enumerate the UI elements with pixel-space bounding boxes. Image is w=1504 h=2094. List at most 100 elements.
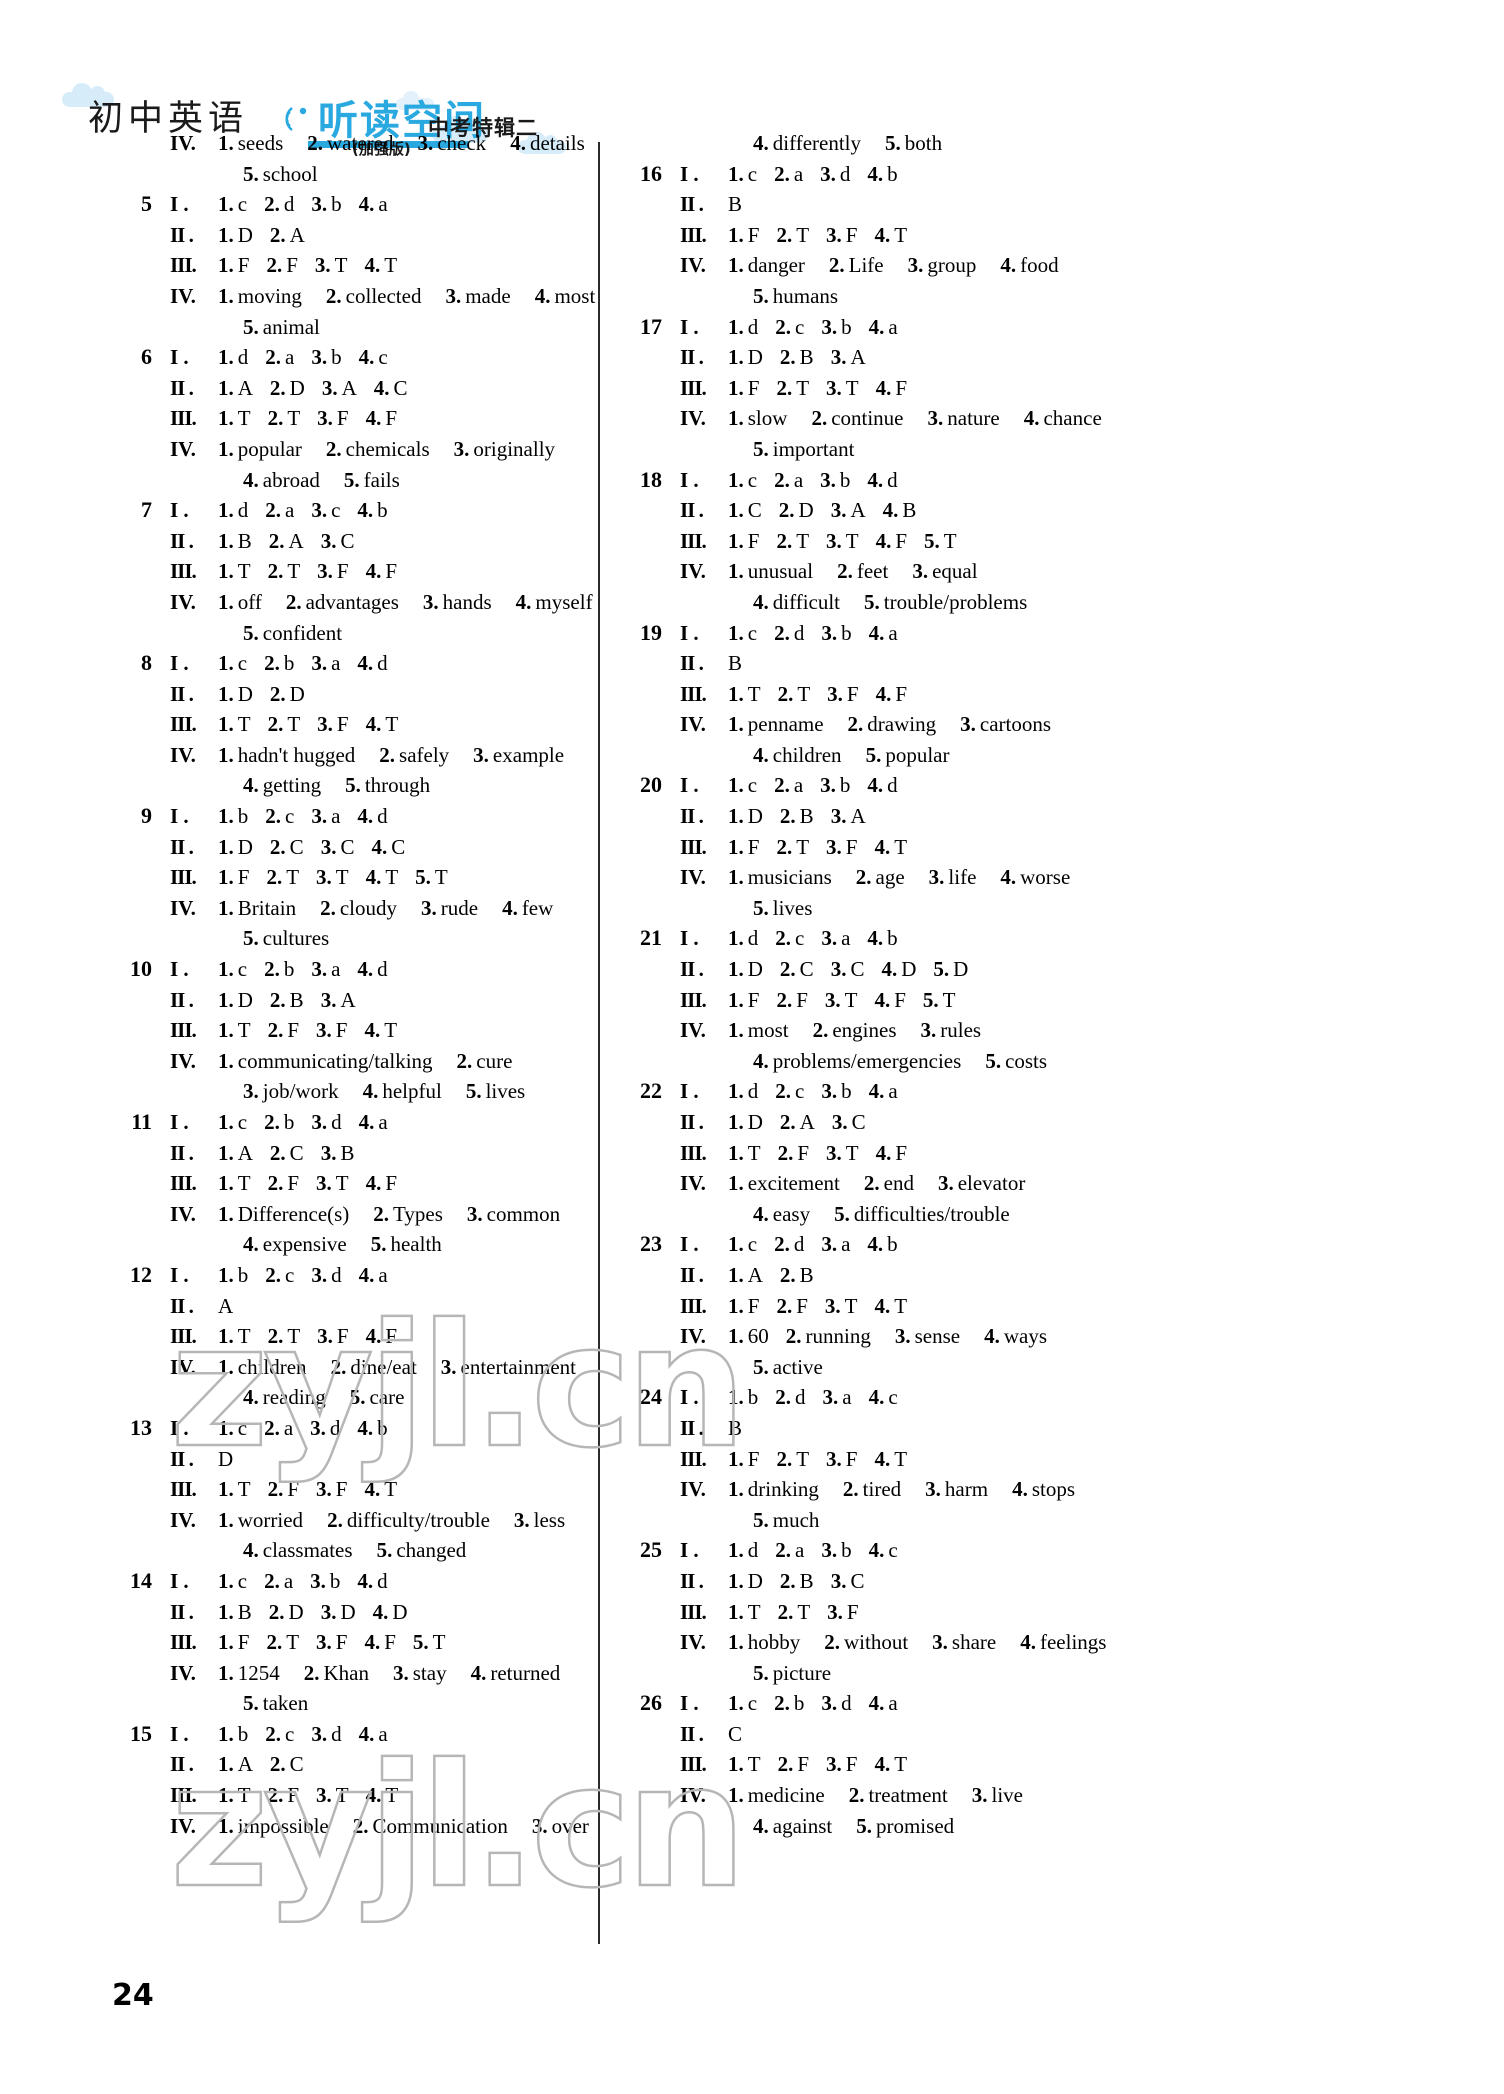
answer-value: cure: [476, 1048, 513, 1073]
unit-number: 14: [130, 1567, 152, 1593]
question-number: 1.: [218, 1048, 234, 1073]
answer-items: 4. easy 5. difficulties/trouble: [753, 1199, 1010, 1230]
section-label: II .: [170, 987, 194, 1012]
answer-items: 1. A 2. D 3. A 4. C: [218, 373, 408, 404]
answer-line: IV. 1. medicine 2. treatment 3. live: [620, 1780, 1220, 1811]
answer-value: T: [287, 712, 301, 737]
answer-value: d: [887, 467, 898, 492]
section-label: II .: [170, 222, 194, 247]
question-number: 5.: [856, 1813, 872, 1838]
question-number: 4.: [868, 1538, 885, 1563]
section-label: III.: [170, 1018, 197, 1043]
answer-items: 1. D 2. D: [218, 679, 305, 710]
section-label: IV.: [680, 865, 706, 890]
answer-items: 1. impossible 2. Communication 3. over: [218, 1811, 589, 1842]
answer-key-body: IV. 1. seeds 2. watered 3. check 4. details 5. sch…: [0, 128, 1504, 1944]
answer-value: A: [218, 1293, 234, 1318]
question-number: 1.: [218, 712, 234, 737]
question-number: 2.: [775, 926, 791, 951]
question-number: 1.: [728, 1232, 744, 1257]
section-label: II .: [680, 651, 704, 676]
question-number: 2.: [269, 1140, 286, 1165]
answer-value: B: [237, 1599, 252, 1624]
answer-value: F: [747, 1446, 760, 1471]
answer-value: a: [283, 1568, 294, 1593]
answer-items: 1. b 2. c 3. d 4. a: [218, 1719, 388, 1750]
answer-value: F: [336, 559, 349, 584]
answer-value: d: [747, 926, 759, 951]
question-number: 1.: [218, 1354, 234, 1379]
answer-items: 1. d 2. a 3. b 4. c: [218, 342, 388, 373]
answer-items: 1. musicians 2. age 3. life 4. worse: [728, 862, 1070, 893]
section-label: I .: [680, 1079, 699, 1104]
section-label: I .: [680, 314, 699, 339]
section-label: IV.: [680, 1018, 706, 1043]
answer-value: T: [334, 253, 348, 278]
question-number: 5.: [985, 1048, 1002, 1073]
question-number: 3.: [826, 1446, 842, 1471]
unit-number: 17: [640, 313, 662, 339]
question-number: 4.: [867, 926, 884, 951]
question-number: 3.: [311, 651, 328, 676]
answer-value: a: [841, 926, 851, 951]
question-number: 3.: [820, 467, 836, 492]
question-number: 1.: [218, 1477, 234, 1502]
answer-value: B: [799, 1262, 814, 1287]
answer-items: 1. worried 2. difficulty/trouble 3. less: [218, 1505, 565, 1536]
question-number: 4.: [357, 651, 374, 676]
question-number: 3.: [821, 926, 838, 951]
question-number: 4.: [358, 345, 375, 370]
question-number: 4.: [365, 1783, 382, 1808]
question-number: 1.: [218, 1110, 234, 1134]
answer-value: excitement: [747, 1171, 840, 1196]
answer-value: unusual: [747, 559, 814, 584]
answer-items: 1. 1254 2. Khan 3. stay 4. returned: [218, 1658, 560, 1689]
answer-value: b: [887, 1232, 898, 1257]
answer-value: worse: [1020, 865, 1071, 890]
question-number: 3.: [826, 1752, 842, 1777]
answer-value: feet: [856, 559, 889, 584]
answer-line: II . 1. D 2. A 3. C: [620, 1107, 1220, 1138]
answer-line: 5. active: [620, 1352, 1220, 1383]
answer-value: ways: [1003, 1324, 1047, 1349]
question-number: 1.: [218, 436, 234, 461]
question-number: 3.: [830, 1568, 847, 1593]
question-number: 1.: [728, 1630, 744, 1655]
question-number: 2.: [307, 131, 323, 155]
unit-number: 16: [640, 160, 662, 186]
answer-line: III. 1. F 2. F 3. T 4. F 5. T: [620, 985, 1220, 1016]
question-number: 1.: [728, 1293, 744, 1318]
section-label: III.: [170, 1477, 197, 1502]
question-number: 3.: [440, 1354, 457, 1379]
question-number: 2.: [264, 1415, 280, 1440]
question-number: 5.: [343, 467, 360, 492]
unit-number: 13: [130, 1414, 152, 1440]
question-number: 4.: [365, 1324, 382, 1349]
answer-line: IV. 1. slow 2. continue 3. nature 4. chance: [620, 403, 1220, 434]
question-number: 4.: [357, 1568, 374, 1593]
answer-value: F: [286, 253, 298, 278]
question-number: 2.: [775, 314, 791, 339]
answer-items: 5. cultures: [243, 923, 329, 954]
question-number: 3.: [826, 222, 842, 247]
question-number: 1.: [218, 865, 234, 890]
answer-value: a: [378, 1110, 388, 1134]
answer-items: 1. F 2. T 3. T 4. T 5. T: [218, 862, 448, 893]
answer-value: D: [901, 957, 917, 982]
unit-number: 11: [131, 1109, 152, 1134]
answer-items: 1. A 2. B: [728, 1260, 814, 1291]
section-label: III.: [680, 1446, 707, 1471]
answer-items: 1. excitement 2. end 3. elevator: [728, 1168, 1025, 1199]
answer-items: 1. b 2. c 3. d 4. a: [218, 1260, 388, 1291]
question-number: 3.: [311, 345, 328, 370]
question-number: 2.: [777, 1752, 794, 1777]
answer-value: T: [796, 1446, 810, 1471]
question-number: 2.: [269, 987, 286, 1012]
question-number: 2.: [267, 1018, 284, 1043]
section-label: I .: [680, 1691, 699, 1716]
section-label: III.: [170, 712, 197, 737]
answer-items: 1. A 2. C 3. B: [218, 1138, 354, 1169]
answer-value: d: [283, 192, 295, 217]
answer-items: 1. F 2. F 3. T 4. F 5. T: [728, 985, 955, 1016]
question-number: 4.: [358, 1721, 375, 1746]
